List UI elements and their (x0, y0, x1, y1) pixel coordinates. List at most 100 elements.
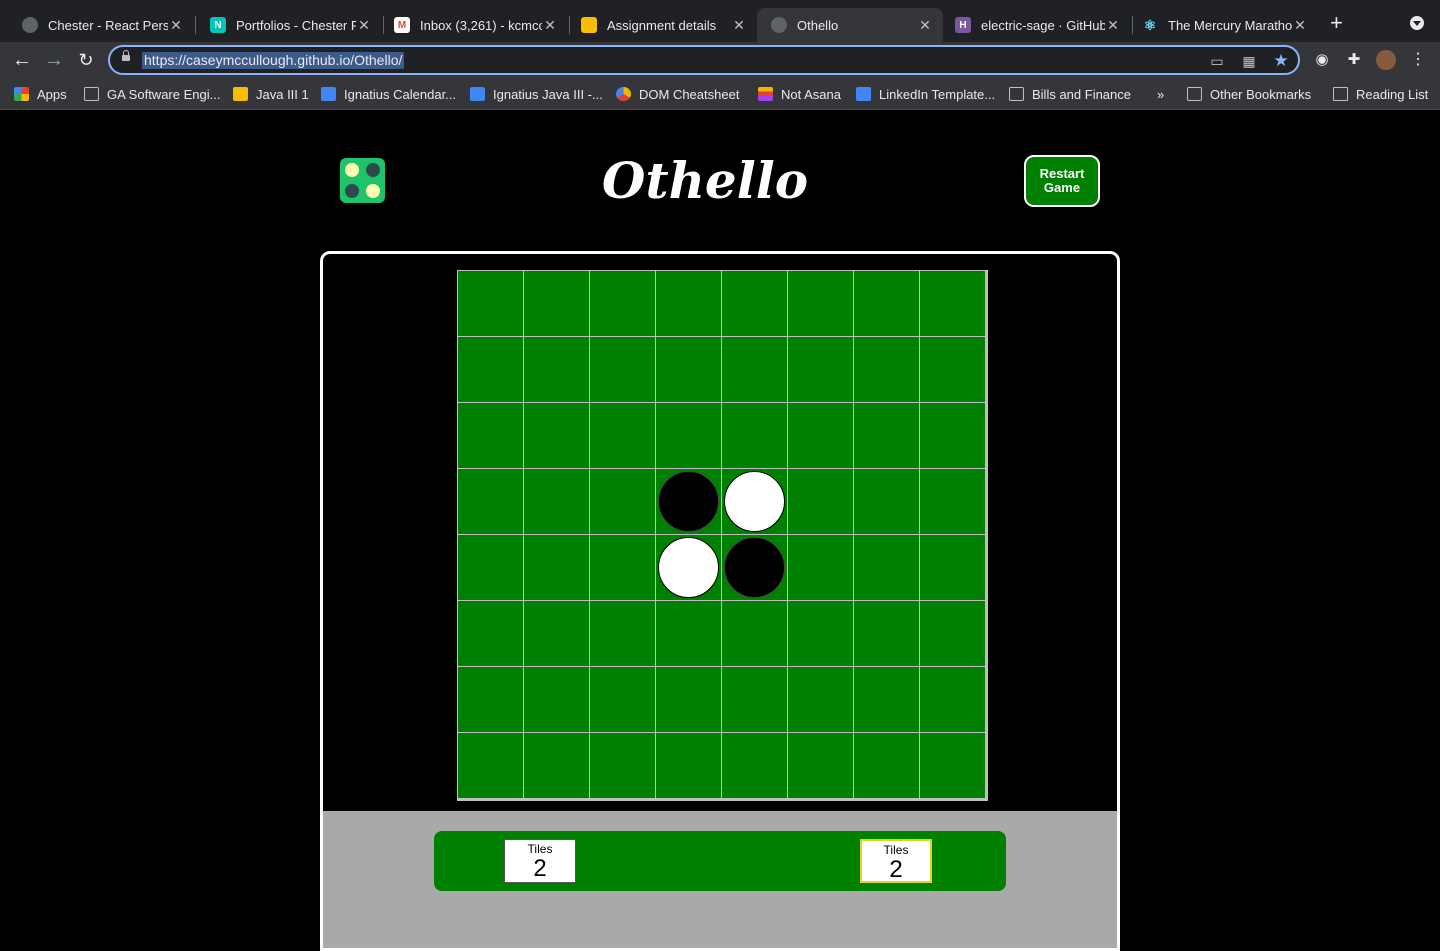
board-cell[interactable] (656, 271, 721, 336)
board-cell[interactable] (722, 271, 787, 336)
board-cell[interactable] (524, 535, 589, 600)
board-cell[interactable] (590, 403, 655, 468)
board-cell[interactable] (722, 403, 787, 468)
board-cell[interactable] (854, 601, 919, 666)
bookmark-ignatius-java[interactable]: Ignatius Java III -... (470, 85, 603, 103)
board-cell[interactable] (656, 403, 721, 468)
board-cell[interactable] (590, 469, 655, 534)
tab-mercury-marathon[interactable]: ⚛ The Mercury Maratho ✕ (1128, 8, 1318, 42)
board-cell[interactable] (788, 271, 853, 336)
back-arrow-icon[interactable]: ← (10, 48, 34, 72)
board-cell[interactable] (458, 733, 523, 798)
tab-chester-react[interactable]: Chester - React Perso ✕ (8, 8, 194, 42)
close-icon[interactable]: ✕ (1105, 17, 1121, 34)
board-cell[interactable] (722, 601, 787, 666)
board-cell[interactable] (524, 733, 589, 798)
bookmark-bills-finance[interactable]: Bills and Finance (1009, 85, 1131, 103)
tab-search-icon[interactable] (1410, 16, 1424, 30)
board-cell[interactable] (788, 469, 853, 534)
tab-othello[interactable]: Othello ✕ (757, 8, 943, 42)
board-cell[interactable] (722, 469, 787, 534)
bookmark-ga-software[interactable]: GA Software Engi... (84, 85, 220, 103)
board-cell[interactable] (920, 733, 985, 798)
board-cell[interactable] (458, 667, 523, 732)
board-cell[interactable] (854, 403, 919, 468)
board-cell[interactable] (458, 337, 523, 402)
board-cell[interactable] (920, 469, 985, 534)
board-cell[interactable] (590, 601, 655, 666)
qr-code-icon[interactable]: ▦ (1240, 52, 1258, 70)
tab-electric-sage[interactable]: H electric-sage · GitHub ✕ (941, 8, 1131, 42)
board-cell[interactable] (920, 403, 985, 468)
close-icon[interactable]: ✕ (1292, 17, 1308, 34)
cast-icon[interactable]: ▭ (1208, 52, 1226, 70)
url-text[interactable]: https://caseymccullough.github.io/Othell… (142, 52, 405, 69)
bookmark-linkedin-template[interactable]: LinkedIn Template... (856, 85, 995, 103)
board-cell[interactable] (788, 535, 853, 600)
board-cell[interactable] (656, 667, 721, 732)
board-cell[interactable] (854, 337, 919, 402)
board-cell[interactable] (854, 271, 919, 336)
more-menu-icon[interactable]: ⋮ (1408, 50, 1428, 70)
board-cell[interactable] (656, 337, 721, 402)
board-cell[interactable] (458, 403, 523, 468)
address-bar[interactable]: https://caseymccullough.github.io/Othell… (108, 45, 1300, 75)
board-cell[interactable] (788, 337, 853, 402)
bookmark-dom-cheatsheet[interactable]: DOM Cheatsheet (616, 85, 739, 103)
board-cell[interactable] (722, 337, 787, 402)
board-cell[interactable] (854, 469, 919, 534)
board-cell[interactable] (722, 667, 787, 732)
close-icon[interactable]: ✕ (356, 17, 372, 34)
board-cell[interactable] (920, 271, 985, 336)
tab-portfolios[interactable]: N Portfolios - Chester R ✕ (196, 8, 382, 42)
puzzle-extensions-icon[interactable]: ✚ (1344, 50, 1364, 70)
board-cell[interactable] (656, 535, 721, 600)
extension-circle-icon[interactable]: ◉ (1312, 50, 1332, 70)
board-cell[interactable] (458, 271, 523, 336)
forward-arrow-icon[interactable]: → (42, 48, 66, 72)
board-cell[interactable] (920, 535, 985, 600)
board-cell[interactable] (524, 271, 589, 336)
board-cell[interactable] (854, 667, 919, 732)
other-bookmarks[interactable]: Other Bookmarks (1187, 85, 1311, 103)
board-cell[interactable] (458, 535, 523, 600)
profile-avatar[interactable] (1376, 50, 1396, 70)
board-cell[interactable] (524, 469, 589, 534)
new-tab-button[interactable]: + (1330, 12, 1343, 34)
board-cell[interactable] (524, 403, 589, 468)
board-cell[interactable] (590, 535, 655, 600)
board-cell[interactable] (524, 667, 589, 732)
tab-assignment-details[interactable]: Assignment details ✕ (567, 8, 757, 42)
board-cell[interactable] (656, 601, 721, 666)
board-cell[interactable] (524, 601, 589, 666)
reading-list[interactable]: Reading List (1333, 85, 1428, 103)
bookmark-java-iii[interactable]: Java III 1 (233, 85, 309, 103)
board-cell[interactable] (854, 535, 919, 600)
board-cell[interactable] (788, 667, 853, 732)
restart-game-button[interactable]: Restart Game (1024, 155, 1100, 207)
board-cell[interactable] (656, 733, 721, 798)
board-cell[interactable] (656, 469, 721, 534)
reload-icon[interactable]: ↻ (74, 48, 98, 72)
bookmarks-overflow-button[interactable]: » (1157, 85, 1164, 103)
board-cell[interactable] (458, 469, 523, 534)
bookmark-ignatius-calendar[interactable]: Ignatius Calendar... (321, 85, 456, 103)
board-cell[interactable] (722, 535, 787, 600)
board-cell[interactable] (458, 601, 523, 666)
board-cell[interactable] (920, 667, 985, 732)
board-cell[interactable] (788, 733, 853, 798)
board-cell[interactable] (524, 337, 589, 402)
close-icon[interactable]: ✕ (168, 17, 184, 34)
board-cell[interactable] (722, 733, 787, 798)
board-cell[interactable] (590, 667, 655, 732)
board-cell[interactable] (920, 337, 985, 402)
close-icon[interactable]: ✕ (731, 17, 747, 34)
board-cell[interactable] (788, 403, 853, 468)
board-cell[interactable] (788, 601, 853, 666)
tab-gmail-inbox[interactable]: M Inbox (3,261) - kcmcc ✕ (380, 8, 568, 42)
board-cell[interactable] (590, 271, 655, 336)
board-cell[interactable] (590, 733, 655, 798)
close-icon[interactable]: ✕ (542, 17, 558, 34)
lock-icon[interactable] (122, 50, 130, 61)
close-icon[interactable]: ✕ (917, 17, 933, 34)
